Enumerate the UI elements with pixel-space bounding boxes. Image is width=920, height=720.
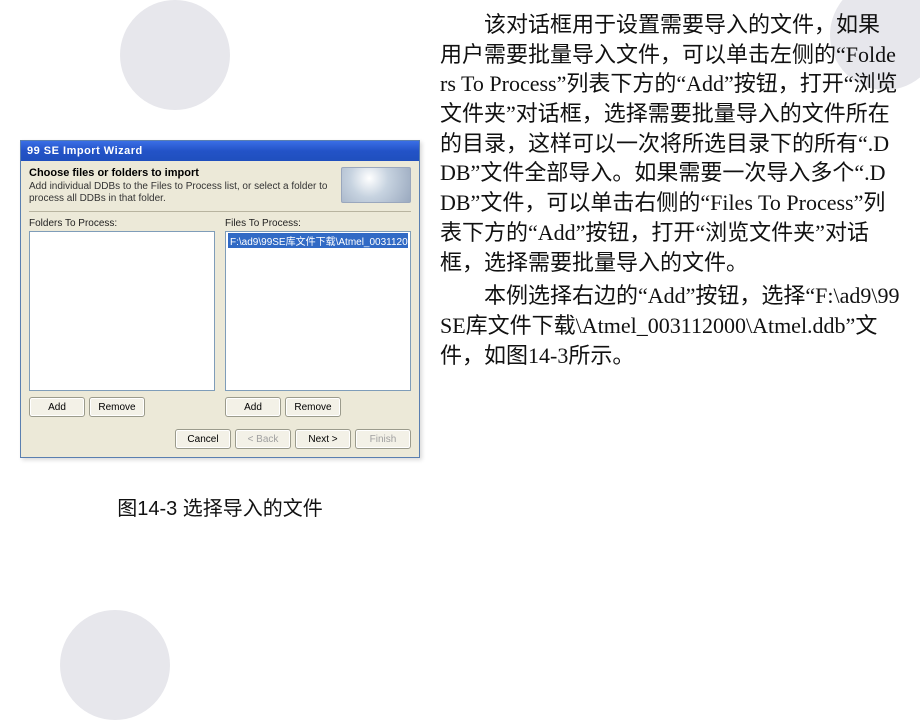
files-add-button[interactable]: Add <box>225 397 281 417</box>
dialog-titlebar: 99 SE Import Wizard <box>21 141 419 161</box>
files-list-item[interactable]: F:\ad9\99SE库文件下载\Atmel_003112000\Atmel.d… <box>228 233 408 248</box>
folders-label: Folders To Process: <box>29 218 215 229</box>
folders-column: Folders To Process: Add Remove <box>29 218 215 417</box>
folders-button-row: Add Remove <box>29 397 215 417</box>
decor-circle <box>120 0 230 110</box>
files-remove-button[interactable]: Remove <box>285 397 341 417</box>
dialog-header-text: Choose files or folders to import Add in… <box>29 167 333 205</box>
body-paragraph-1: 该对话框用于设置需要导入的文件，如果用户需要批量导入文件，可以单击左侧的“Fol… <box>440 10 900 277</box>
dialog-body: Choose files or folders to import Add in… <box>21 161 419 457</box>
dialog-title: 99 SE Import Wizard <box>27 145 143 157</box>
finish-button[interactable]: Finish <box>355 429 411 449</box>
files-column: Files To Process: F:\ad9\99SE库文件下载\Atmel… <box>225 218 411 417</box>
body-text-column: 该对话框用于设置需要导入的文件，如果用户需要批量导入文件，可以单击左侧的“Fol… <box>440 10 900 374</box>
dialog-subheading: Add individual DDBs to the Files to Proc… <box>29 181 333 205</box>
folders-listbox[interactable] <box>29 231 215 391</box>
dialog-header-row: Choose files or folders to import Add in… <box>29 167 411 205</box>
cancel-button[interactable]: Cancel <box>175 429 231 449</box>
folders-remove-button[interactable]: Remove <box>89 397 145 417</box>
figure-caption: 图14-3 选择导入的文件 <box>20 492 420 521</box>
back-button[interactable]: < Back <box>235 429 291 449</box>
dialog-header-image <box>341 167 411 203</box>
folders-add-button[interactable]: Add <box>29 397 85 417</box>
decor-circle <box>60 610 170 720</box>
files-button-row: Add Remove <box>225 397 411 417</box>
wizard-button-row: Cancel < Back Next > Finish <box>29 427 411 449</box>
body-paragraph-2: 本例选择右边的“Add”按钮，选择“F:\ad9\99SE库文件下载\Atmel… <box>440 281 900 370</box>
files-listbox[interactable]: F:\ad9\99SE库文件下载\Atmel_003112000\Atmel.d… <box>225 231 411 391</box>
next-button[interactable]: Next > <box>295 429 351 449</box>
divider <box>29 211 411 212</box>
lists-row: Folders To Process: Add Remove Files To … <box>29 218 411 417</box>
figure-column: 99 SE Import Wizard Choose files or fold… <box>20 140 420 521</box>
import-wizard-dialog: 99 SE Import Wizard Choose files or fold… <box>20 140 420 458</box>
dialog-heading: Choose files or folders to import <box>29 167 333 179</box>
files-label: Files To Process: <box>225 218 411 229</box>
